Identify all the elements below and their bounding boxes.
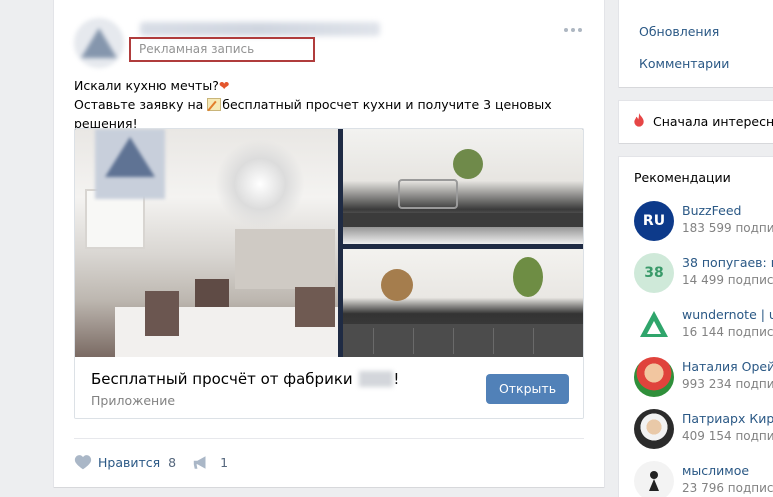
heart-emoji-icon: ❤	[218, 78, 230, 93]
kitchen-photo-bottom	[343, 249, 583, 357]
community-name-blurred[interactable]	[140, 22, 380, 36]
patriarch-avatar[interactable]	[634, 409, 674, 449]
kitchen-gallery[interactable]	[75, 129, 583, 357]
post-text: Искали кухню мечты?❤ Оставьте заявку на …	[74, 76, 594, 133]
recommendation-item[interactable]: Наталия Орейро 993 234 подписч	[634, 357, 773, 397]
brand-logo-blurred	[95, 129, 165, 199]
divider	[74, 438, 584, 439]
post-text-line2-start: Оставьте заявку на	[74, 97, 208, 112]
community-avatar[interactable]	[74, 18, 124, 68]
recommendation-item[interactable]: wundernote | upg 16 144 подписч	[634, 305, 773, 345]
myslimoe-avatar[interactable]	[634, 461, 674, 497]
share-count: 1	[220, 454, 229, 470]
like-button[interactable]: Нравится 8	[74, 454, 176, 470]
recommendation-item[interactable]: 38 38 попугаев: кар 14 499 подписч	[634, 253, 773, 293]
card-subtitle: Приложение	[91, 393, 176, 408]
recommendations-title: Рекомендации	[634, 170, 731, 185]
recommendation-item[interactable]: мыслимое 23 796 подписч	[634, 461, 773, 497]
sort-label: Сначала интересные	[653, 114, 773, 129]
recommendations-panel: Рекомендации RU BuzzFeed 183 599 подписч…	[619, 157, 773, 497]
ad-card[interactable]: Бесплатный просчёт от фабрики ! Приложен…	[74, 128, 584, 419]
feed-menu: Обновления Комментарии	[619, 0, 773, 87]
ad-post: Рекламная запись Искали кухню мечты?❤ Ос…	[54, 0, 604, 487]
open-button[interactable]: Открыть	[486, 374, 569, 404]
like-count: 8	[168, 454, 177, 470]
recommendation-item[interactable]: RU BuzzFeed 183 599 подписч	[634, 201, 773, 241]
oreiro-avatar[interactable]	[634, 357, 674, 397]
menu-item-updates[interactable]: Обновления	[639, 24, 719, 39]
like-label: Нравится	[98, 454, 161, 470]
buzzfeed-avatar[interactable]: RU	[634, 201, 674, 241]
memo-emoji-icon	[207, 98, 222, 111]
menu-item-comments[interactable]: Комментарии	[639, 56, 729, 71]
factory-name-blurred	[359, 371, 394, 387]
kitchen-photo-top	[343, 129, 583, 244]
megaphone-icon	[192, 455, 210, 470]
post-text-line1: Искали кухню мечты?	[74, 78, 219, 93]
ad-label: Рекламная запись	[129, 37, 315, 62]
card-title[interactable]: Бесплатный просчёт от фабрики !	[91, 369, 399, 389]
share-button[interactable]: 1	[192, 455, 228, 470]
kitchen-photo-main	[75, 129, 338, 357]
recommendation-item[interactable]: Патриарх Кирилл 409 154 подписч	[634, 409, 773, 449]
card-footer: Бесплатный просчёт от фабрики ! Приложен…	[75, 357, 583, 418]
post-actions: Нравится 8 1	[74, 454, 228, 470]
more-options-icon[interactable]	[564, 24, 586, 36]
heart-icon	[74, 454, 92, 470]
sort-toggle[interactable]: Сначала интересные	[619, 101, 773, 143]
fire-icon	[633, 113, 645, 132]
wundernote-avatar[interactable]	[634, 305, 674, 345]
parrots-avatar[interactable]: 38	[634, 253, 674, 293]
